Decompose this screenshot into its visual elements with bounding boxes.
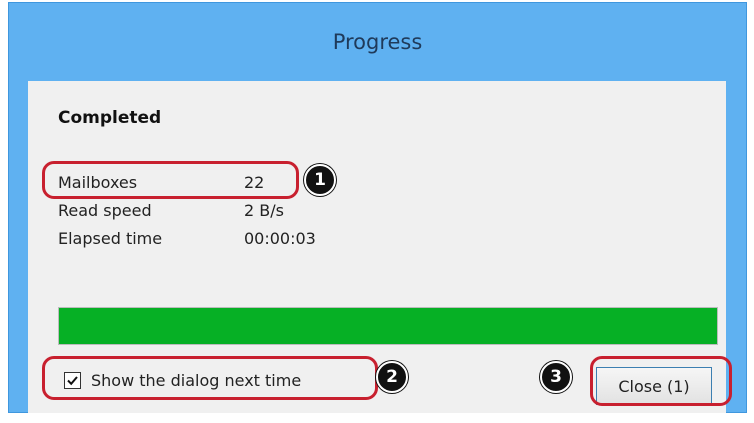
progress-dialog: Progress Completed Mailboxes 22 Read spe… xyxy=(8,2,747,413)
stat-value: 22 xyxy=(244,173,265,192)
status-heading: Completed xyxy=(58,108,162,128)
show-dialog-checkbox[interactable] xyxy=(64,371,81,389)
stat-label: Read speed xyxy=(58,201,152,220)
stat-label: Mailboxes xyxy=(58,173,138,192)
stat-label: Elapsed time xyxy=(58,229,163,248)
show-dialog-checkbox-row[interactable]: Show the dialog next time xyxy=(64,368,301,392)
progress-bar xyxy=(58,307,718,345)
checkmark-icon xyxy=(67,375,78,385)
dialog-body: Completed Mailboxes 22 Read speed 2 B/s … xyxy=(28,81,726,413)
dialog-title: Progress xyxy=(332,30,423,54)
close-button[interactable]: Close (1) xyxy=(596,367,712,405)
stat-value: 2 B/s xyxy=(244,201,284,220)
step-marker-3: 3 xyxy=(540,361,572,393)
progress-bar-fill xyxy=(59,308,717,344)
step-marker-1: 1 xyxy=(304,164,336,196)
step-marker-2: 2 xyxy=(376,361,408,393)
stat-value: 00:00:03 xyxy=(244,229,316,248)
show-dialog-label: Show the dialog next time xyxy=(91,370,302,390)
